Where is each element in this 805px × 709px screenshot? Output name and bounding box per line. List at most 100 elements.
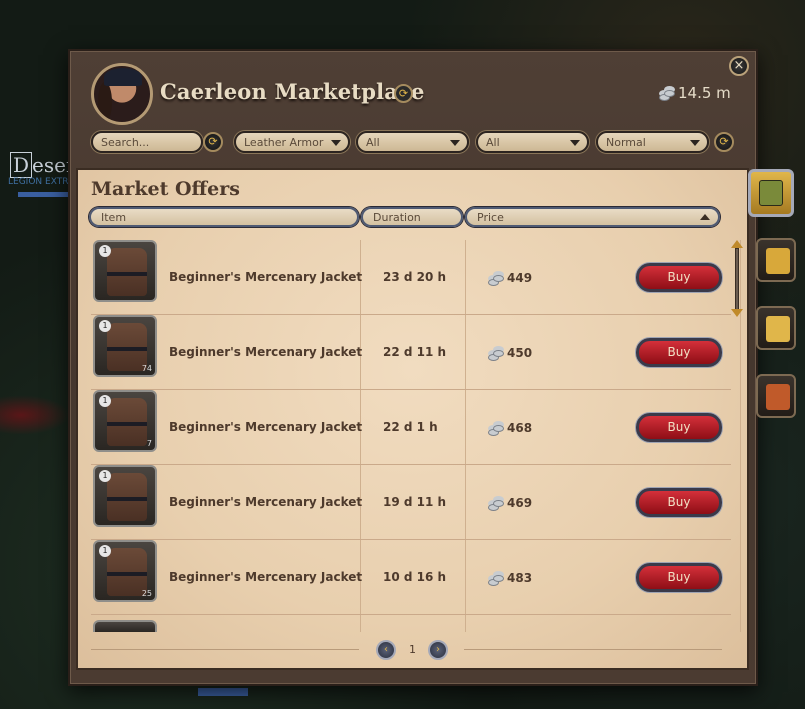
table-row: 1 Beginner's Mercenary Jacket 19 d 11 h … (91, 465, 731, 540)
tab-sell[interactable] (756, 238, 796, 282)
sort-ascending-icon (700, 214, 710, 220)
row-divider (91, 614, 731, 615)
item-price: 450 (487, 345, 532, 361)
table-row: 17 Beginner's Mercenary Jacket 22 d 1 h … (91, 390, 731, 465)
item-price: 469 (487, 495, 532, 511)
tab-buy[interactable] (748, 169, 794, 217)
next-page-button[interactable]: › (428, 640, 448, 660)
item-duration: 23 d 20 h (383, 270, 447, 284)
world-guild-label: LEGION EXTR (8, 177, 69, 187)
avatar-hair (98, 82, 112, 122)
jacket-belt (107, 422, 147, 426)
buy-button[interactable]: Buy (636, 488, 722, 517)
category-dropdown[interactable]: Leather Armor (234, 131, 350, 153)
chevron-down-icon (331, 140, 341, 146)
offers-list: 1 Beginner's Mercenary Jacket 23 d 20 h … (91, 240, 731, 632)
page-number: 1 (409, 643, 416, 656)
jacket-item-icon[interactable]: 17 (93, 390, 157, 452)
column-header-price-label: Price (477, 211, 504, 224)
silver-coin-icon (487, 570, 504, 586)
merchant-avatar (91, 63, 153, 125)
filter-refresh-button[interactable]: ⟳ (714, 132, 734, 152)
quality-value: Normal (606, 136, 646, 149)
buy-tab-icon (759, 180, 783, 206)
quantity-label: 25 (141, 589, 152, 598)
window-title: Caerleon Marketplace (160, 79, 425, 104)
enchantment-dropdown[interactable]: All (476, 131, 589, 153)
close-button[interactable]: × (729, 56, 749, 76)
column-header-duration[interactable]: Duration (361, 207, 463, 227)
table-row: 1 Beginner's Mercenary Jacket 23 d 20 h … (91, 240, 731, 315)
item-name: Beginner's Mercenary Jacket (169, 345, 363, 359)
jacket-belt (107, 347, 147, 351)
item-duration: 22 d 1 h (383, 420, 438, 434)
tier-badge: 1 (99, 395, 111, 407)
scrollbar-thumb[interactable] (735, 248, 739, 310)
world-health-bar (18, 192, 68, 197)
chevron-down-icon (450, 140, 460, 146)
tier-badge: 1 (99, 545, 111, 557)
tab-orders[interactable] (756, 306, 796, 350)
table-row: 1 25 Beginner's Mercenary Jacket 10 d 16 … (91, 540, 731, 615)
scroll-up-arrow-icon[interactable] (731, 240, 743, 248)
market-offers-heading: Market Offers (91, 178, 240, 200)
prev-page-button[interactable]: ‹ (376, 640, 396, 660)
item-price: 468 (487, 420, 532, 436)
column-header-price[interactable]: Price (465, 207, 720, 227)
tier-badge: 1 (99, 245, 111, 257)
category-value: Leather Armor (244, 136, 324, 149)
chevron-down-icon (690, 140, 700, 146)
item-name: Beginner's Mercenary Jacket (169, 270, 363, 284)
column-header-item[interactable]: Item (89, 207, 359, 227)
item-duration: 19 d 11 h (383, 495, 447, 509)
price-value: 450 (507, 346, 533, 360)
item-price: 483 (487, 570, 532, 586)
search-input[interactable]: Search... (91, 131, 203, 153)
price-value: 469 (507, 496, 533, 510)
item-duration: 22 d 11 h (383, 345, 447, 359)
tier-dropdown[interactable]: All (356, 131, 469, 153)
silver-balance: 14.5 m (658, 84, 731, 102)
location-initial: D (10, 152, 33, 178)
buy-button[interactable]: Buy (636, 563, 722, 592)
background-decoration (0, 395, 70, 435)
partial-item-icon (93, 620, 157, 632)
jacket-belt (107, 272, 147, 276)
search-refresh-button[interactable]: ⟳ (203, 132, 223, 152)
tab-history[interactable] (756, 374, 796, 418)
jacket-belt (107, 497, 147, 501)
quantity-label: 7 (146, 439, 152, 448)
tier-badge: 1 (99, 470, 111, 482)
price-value: 483 (507, 571, 533, 585)
scroll-down-arrow-icon[interactable] (731, 309, 743, 317)
buy-button[interactable]: Buy (636, 413, 722, 442)
silver-coin-icon (658, 85, 675, 101)
jacket-item-icon[interactable]: 1 74 (93, 315, 157, 377)
info-icon[interactable]: ⟳ (394, 84, 413, 103)
silver-coin-icon (487, 495, 504, 511)
silver-coin-icon (487, 270, 504, 286)
jacket-item-icon[interactable]: 1 (93, 240, 157, 302)
price-value: 468 (507, 421, 533, 435)
world-health-bar-2 (198, 688, 248, 696)
buy-button[interactable]: Buy (636, 263, 722, 292)
chevron-down-icon (570, 140, 580, 146)
silver-coin-icon (487, 345, 504, 361)
jacket-item-icon[interactable]: 1 25 (93, 540, 157, 602)
enchantment-value: All (486, 136, 500, 149)
pager-divider (464, 649, 722, 650)
item-duration: 10 d 16 h (383, 570, 447, 584)
item-price: 449 (487, 270, 532, 286)
history-tab-icon (766, 384, 790, 410)
tier-badge: 1 (99, 320, 111, 332)
jacket-item-icon[interactable]: 1 (93, 465, 157, 527)
item-name: Beginner's Mercenary Jacket (169, 570, 363, 584)
pager-divider (91, 649, 359, 650)
orders-tab-icon (766, 316, 790, 342)
tier-value: All (366, 136, 380, 149)
sell-tab-icon (766, 248, 790, 274)
buy-button[interactable]: Buy (636, 338, 722, 367)
item-name: Beginner's Mercenary Jacket (169, 420, 363, 434)
quality-dropdown[interactable]: Normal (596, 131, 709, 153)
column-divider (740, 240, 741, 632)
